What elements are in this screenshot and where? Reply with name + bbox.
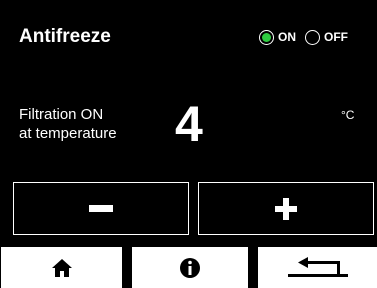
minus-icon: [89, 204, 113, 212]
plus-icon: [275, 197, 297, 220]
on-label: ON: [278, 29, 296, 44]
decrease-button[interactable]: [13, 182, 189, 235]
info-button[interactable]: [132, 247, 248, 288]
page-title: Antifreeze: [19, 26, 111, 47]
increase-button[interactable]: [198, 182, 374, 235]
temperature-unit: °C: [341, 108, 355, 122]
off-radio[interactable]: [305, 29, 320, 45]
on-radio[interactable]: [259, 29, 274, 45]
home-button[interactable]: [1, 247, 122, 288]
description: Filtration ON at temperature: [19, 105, 117, 143]
info-icon: [180, 257, 200, 278]
home-icon: [51, 258, 72, 277]
back-arrow-icon: [287, 256, 348, 277]
description-line-1: Filtration ON: [19, 106, 104, 123]
temperature-value: 4: [175, 96, 203, 152]
on-radio-dot: [262, 32, 271, 42]
description-line-2: at temperature: [19, 125, 117, 142]
off-label: OFF: [324, 29, 348, 44]
on-off-toggle[interactable]: ON OFF: [259, 27, 348, 47]
back-button[interactable]: [258, 247, 377, 288]
